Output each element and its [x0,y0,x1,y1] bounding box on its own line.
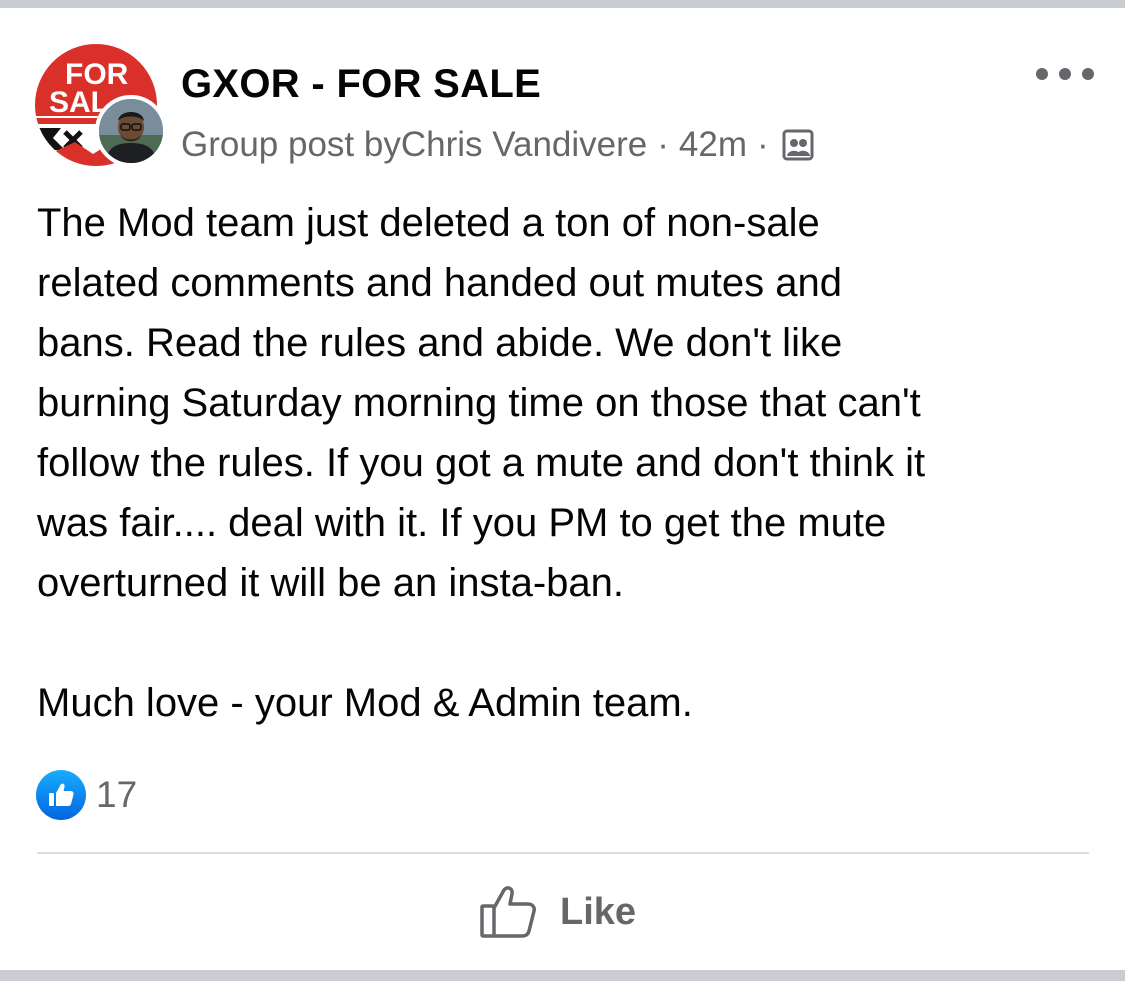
author-avatar[interactable] [95,95,167,167]
post-meta: Group post by Chris Vandivere · 42m · [181,125,815,165]
meta-separator: · [657,125,669,164]
post-line: related comments and handed out mutes an… [37,261,842,305]
reactions-summary[interactable]: 17 [36,770,137,820]
actions-divider [37,852,1089,854]
post-text: The Mod team just deleted a ton of non-s… [37,193,1107,733]
dot [1082,68,1094,80]
dot [1036,68,1048,80]
post-line: bans. Read the rules and abide. We don't… [37,321,843,365]
meta-prefix: Group post by [181,125,401,164]
post-line: overturned it will be an insta-ban. [37,561,624,605]
reaction-count: 17 [96,774,138,815]
author-photo-icon [99,99,163,163]
bottom-separator-bar [0,970,1125,981]
post-line: The Mod team just deleted a ton of non-s… [37,201,820,245]
post-line: was fair.... deal with it. If you PM to … [37,501,887,545]
post-signoff: Much love - your Mod & Admin team. [37,681,693,725]
like-button[interactable]: Like [478,884,636,940]
like-button-label: Like [560,890,637,933]
post-line: burning Saturday morning time on those t… [37,381,921,425]
like-reaction-icon [36,770,86,820]
thumbs-up-icon [480,886,536,938]
post-line: follow the rules. If you got a mute and … [37,441,926,485]
more-options-icon[interactable] [1036,58,1094,90]
author-name-link[interactable]: Chris Vandivere [401,125,647,165]
meta-separator: · [757,125,769,164]
post-timestamp[interactable]: 42m [679,125,747,165]
top-separator-bar [0,0,1125,8]
group-name-link[interactable]: GXOR - FOR SALE [181,62,541,107]
group-members-icon [781,128,815,162]
dot [1059,68,1071,80]
